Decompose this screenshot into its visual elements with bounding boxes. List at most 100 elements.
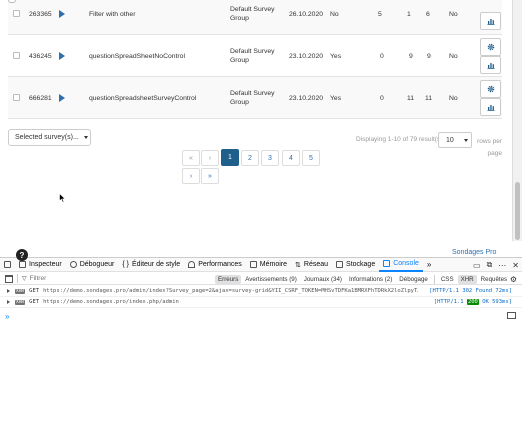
- survey-id: 263365: [29, 10, 52, 18]
- status-code: 302: [462, 288, 473, 294]
- trash-icon[interactable]: [5, 274, 13, 283]
- statistics-button[interactable]: [480, 98, 501, 116]
- console-log-entry[interactable]: XHR GET https://demo.sondages.pro/index.…: [0, 297, 522, 308]
- survey-title[interactable]: questionSpreadsheetSurveyControl: [89, 77, 196, 119]
- filter-css[interactable]: CSS: [438, 275, 457, 284]
- bar-chart-icon: [487, 63, 494, 69]
- play-icon[interactable]: [59, 94, 65, 102]
- console-log-entry[interactable]: XHR GET https://demo.sondages.pro/admin/…: [0, 286, 522, 297]
- close-icon[interactable]: ✕: [512, 261, 519, 270]
- pagination-page-3[interactable]: 3: [261, 150, 279, 166]
- row-checkbox[interactable]: [13, 52, 20, 59]
- row-checkbox[interactable]: [13, 10, 20, 17]
- performance-icon: [188, 261, 196, 268]
- pagination-page-5[interactable]: 5: [302, 150, 320, 166]
- filter-info[interactable]: Informations (2): [346, 275, 395, 284]
- survey-title[interactable]: questionSpreadSheetNoControl: [89, 35, 185, 77]
- console-prompt[interactable]: »: [5, 312, 9, 321]
- survey-count-b: 9: [409, 52, 413, 60]
- survey-count-a: 5: [378, 10, 382, 18]
- brand-link[interactable]: Sondages Pro: [452, 249, 496, 256]
- survey-active: Yes: [330, 94, 342, 102]
- more-options-icon[interactable]: ⋯: [498, 261, 506, 270]
- survey-active: No: [330, 10, 339, 18]
- request-url[interactable]: https://demo.sondages.pro/admin/index?Su…: [43, 288, 418, 294]
- status-protocol: [HTTP/1.1: [429, 288, 459, 294]
- expand-arrow-icon[interactable]: [7, 289, 10, 293]
- tab-label: Inspecteur: [29, 261, 62, 268]
- tab-memory[interactable]: Mémoire: [246, 258, 291, 272]
- bar-chart-icon: [487, 105, 494, 111]
- survey-anonymized: No: [449, 94, 458, 102]
- xhr-badge: XHR: [15, 288, 26, 294]
- survey-id: 666281: [29, 94, 52, 102]
- more-tabs-icon[interactable]: »: [423, 258, 435, 272]
- responsive-mode-icon[interactable]: ▭: [473, 261, 481, 270]
- help-icon[interactable]: ?: [16, 249, 28, 261]
- filter-logs[interactable]: Journaux (34): [301, 275, 345, 284]
- play-icon[interactable]: [59, 10, 65, 18]
- table-row: 263365 Filter with other Default Survey …: [8, 0, 502, 35]
- expand-arrow-icon[interactable]: [7, 300, 10, 304]
- filter-debug[interactable]: Débogage: [396, 275, 431, 284]
- separator: [17, 274, 18, 283]
- gear-icon: [487, 43, 494, 51]
- statistics-button[interactable]: [480, 12, 501, 30]
- tab-debugger[interactable]: Débogueur: [66, 258, 119, 272]
- tab-performance[interactable]: Performances: [184, 258, 246, 272]
- tab-storage[interactable]: Stockage: [332, 258, 379, 272]
- console-icon: [383, 260, 391, 267]
- network-icon: ⇅: [295, 261, 301, 269]
- tab-label: Mémoire: [259, 261, 288, 268]
- survey-list-page: 263365 Filter with other Default Survey …: [0, 0, 512, 241]
- tab-console[interactable]: Console: [379, 258, 423, 272]
- pagination-page-1[interactable]: 1: [221, 149, 239, 166]
- separator: [433, 274, 435, 284]
- selected-surveys-dropdown[interactable]: Selected survey(s)...: [8, 129, 91, 146]
- filter-requests[interactable]: Requêtes: [478, 275, 511, 284]
- pagination-page-2[interactable]: 2: [241, 150, 259, 166]
- status-text: OK 593ms]: [482, 299, 512, 305]
- log-level-filters: Erreurs Avertissements (9) Journaux (34)…: [215, 273, 510, 285]
- statistics-button[interactable]: [480, 56, 501, 74]
- gear-icon[interactable]: ⚙: [510, 275, 517, 284]
- table-row: 436245 questionSpreadSheetNoControl Defa…: [8, 35, 502, 77]
- tab-label: Console: [393, 260, 419, 267]
- tab-network[interactable]: ⇅ Réseau: [291, 258, 332, 272]
- survey-created: 26.10.2020: [289, 10, 324, 18]
- dock-side-icon[interactable]: ⧉: [487, 260, 493, 270]
- pagination-next[interactable]: ›: [182, 168, 200, 184]
- settings-button[interactable]: [480, 80, 501, 98]
- page-scrollbar[interactable]: [512, 0, 522, 241]
- tab-style-editor[interactable]: { } Éditeur de style: [118, 258, 184, 272]
- survey-active: Yes: [330, 52, 342, 60]
- status-text: Found 72ms]: [475, 288, 512, 294]
- pagination-page-4[interactable]: 4: [282, 150, 300, 166]
- survey-group: Default Survey Group: [230, 90, 275, 106]
- tab-label: Stockage: [346, 261, 376, 268]
- pick-element-icon[interactable]: [0, 258, 15, 272]
- console-filter-bar: ▽ Erreurs Avertissements (9) Journaux (3…: [0, 273, 522, 285]
- split-console-icon[interactable]: [507, 312, 516, 319]
- scrollbar-thumb[interactable]: [515, 182, 520, 240]
- row-checkbox[interactable]: [13, 94, 20, 101]
- tab-label: Débogueur: [79, 261, 115, 268]
- page-size-select[interactable]: 10: [438, 132, 472, 148]
- caret-down-icon: [83, 136, 88, 139]
- filter-errors[interactable]: Erreurs: [215, 274, 242, 284]
- filter-xhr[interactable]: XHR: [457, 274, 477, 284]
- pagination-first[interactable]: «: [182, 150, 200, 166]
- survey-title[interactable]: Filter with other: [89, 0, 135, 35]
- request-url[interactable]: https://demo.sondages.pro/index.php/admi…: [43, 299, 418, 305]
- devtools-toolbar: ▭ ⧉ ⋯ ✕: [473, 258, 519, 272]
- pagination-prev[interactable]: ‹: [201, 150, 219, 166]
- tab-label: Performances: [198, 261, 242, 268]
- mouse-cursor-icon: [59, 193, 66, 203]
- memory-icon: [249, 261, 257, 268]
- console-filter-input[interactable]: [29, 275, 210, 282]
- survey-count-b: 1: [407, 10, 411, 18]
- pagination-last[interactable]: »: [201, 168, 219, 184]
- play-icon[interactable]: [59, 52, 65, 60]
- settings-button[interactable]: [480, 38, 501, 56]
- filter-warnings[interactable]: Avertissements (9): [242, 275, 299, 284]
